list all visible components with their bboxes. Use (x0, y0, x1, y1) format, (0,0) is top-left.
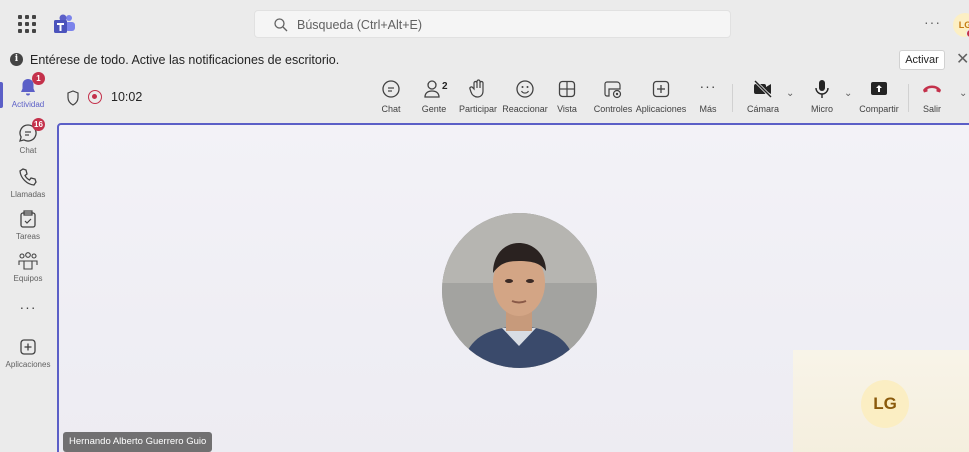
more-icon: ··· (19, 299, 37, 315)
settings-more-icon[interactable]: ··· (924, 14, 941, 30)
camera-options-chevron-icon[interactable]: ⌄ (786, 88, 794, 99)
more-button[interactable]: ··· Más (696, 78, 720, 120)
rail-item-apps[interactable]: Aplicaciones (0, 336, 56, 382)
mic-options-chevron-icon[interactable]: ⌄ (844, 88, 852, 99)
participant-photo (442, 213, 597, 368)
react-button[interactable]: Reaccionar (501, 78, 549, 120)
meeting-toolbar: 10:02 Chat 2 Gente Participar Reaccionar… (56, 72, 969, 122)
more-label: Más (699, 104, 717, 114)
profile-avatar[interactable]: LG (953, 13, 969, 38)
search-icon (274, 18, 288, 32)
rail-item-activity[interactable]: 1 Actividad (0, 72, 56, 122)
rail-label-tasks: Tareas (15, 232, 40, 241)
rail-label-teams: Equipos (13, 274, 43, 283)
rail-item-chat[interactable]: 16 Chat (0, 118, 56, 168)
mic-label: Micro (811, 104, 833, 114)
rail-item-teams[interactable]: Equipos (0, 250, 56, 296)
activity-badge: 1 (32, 72, 45, 85)
raise-hand-button[interactable]: Participar (458, 78, 498, 120)
add-app-icon (650, 78, 672, 100)
teams-logo-icon (54, 14, 75, 33)
add-apps-icon (17, 336, 39, 358)
leave-options-chevron-icon[interactable]: ⌄ (959, 88, 967, 99)
camera-button[interactable]: Cámara (746, 78, 780, 120)
react-label: Reaccionar (502, 104, 548, 114)
controls-button[interactable]: Controles (591, 78, 635, 120)
emoji-icon (514, 78, 536, 100)
meeting-stage: Hernando Alberto Guerrero Guio LG (57, 123, 969, 452)
app-rail: 1 Actividad 16 Chat Llamadas Tareas Equi… (0, 72, 56, 452)
activate-notifications-button[interactable]: Activar (899, 50, 945, 70)
rail-item-tasks[interactable]: Tareas (0, 208, 56, 254)
bell-icon: 1 (17, 72, 45, 98)
people-button-label: Gente (421, 104, 447, 114)
rail-item-calls[interactable]: Llamadas (0, 166, 56, 212)
teams-icon (17, 250, 39, 272)
share-button[interactable]: Compartir (859, 78, 899, 120)
info-icon: i (10, 53, 23, 66)
shield-icon[interactable] (66, 90, 80, 106)
meeting-timer: 10:02 (111, 90, 143, 104)
chat-icon: 16 (17, 118, 45, 144)
people-icon: 2 (423, 78, 448, 100)
rail-label-activity: Actividad (11, 100, 45, 109)
self-avatar: LG (861, 380, 909, 428)
participant-name-tag: Hernando Alberto Guerrero Guio (63, 432, 213, 452)
search-input[interactable]: Búsqueda (Ctrl+Alt+E) (254, 10, 731, 38)
grid-view-icon (556, 78, 578, 100)
chat-button[interactable]: Chat (378, 78, 404, 120)
controls-icon (602, 78, 624, 100)
microphone-icon (811, 78, 833, 100)
rail-label-calls: Llamadas (10, 190, 46, 199)
rail-label-apps: Aplicaciones (5, 360, 51, 369)
view-label: Vista (557, 104, 577, 114)
leave-label: Salir (922, 104, 941, 114)
banner-message: Entérese de todo. Active las notificacio… (30, 53, 340, 67)
people-button[interactable]: 2 Gente (418, 78, 450, 120)
app-launcher-icon[interactable] (16, 13, 38, 35)
phone-icon (17, 166, 39, 188)
more-actions-icon: ··· (699, 78, 717, 94)
close-icon[interactable]: ✕ (956, 49, 969, 69)
search-placeholder: Búsqueda (Ctrl+Alt+E) (297, 18, 423, 32)
people-count: 2 (442, 81, 448, 92)
tasks-icon (17, 208, 39, 230)
self-view-tile[interactable]: LG (793, 350, 969, 452)
view-button[interactable]: Vista (552, 78, 582, 120)
apps-button[interactable]: Aplicaciones (633, 78, 689, 120)
chat-bubble-icon (380, 78, 402, 100)
mic-button[interactable]: Micro (808, 78, 836, 120)
controls-label: Controles (593, 104, 633, 114)
camera-label: Cámara (746, 104, 779, 114)
share-screen-icon (868, 78, 890, 100)
active-indicator (0, 82, 3, 108)
leave-button[interactable]: Salir (920, 78, 944, 120)
camera-off-icon (752, 78, 774, 100)
raise-hand-label: Participar (458, 104, 497, 114)
hang-up-icon (921, 78, 943, 100)
toolbar-divider (732, 84, 733, 112)
chat-button-label: Chat (381, 104, 401, 114)
title-bar: Búsqueda (Ctrl+Alt+E) ··· LG (0, 0, 969, 48)
hand-icon (467, 78, 489, 100)
toolbar-divider (908, 84, 909, 112)
rail-label-chat: Chat (19, 146, 37, 155)
share-label: Compartir (859, 104, 899, 114)
notification-banner: i Entérese de todo. Active las notificac… (0, 48, 969, 72)
chat-badge: 16 (32, 118, 45, 131)
recording-icon (88, 90, 102, 104)
apps-label: Aplicaciones (635, 104, 687, 114)
